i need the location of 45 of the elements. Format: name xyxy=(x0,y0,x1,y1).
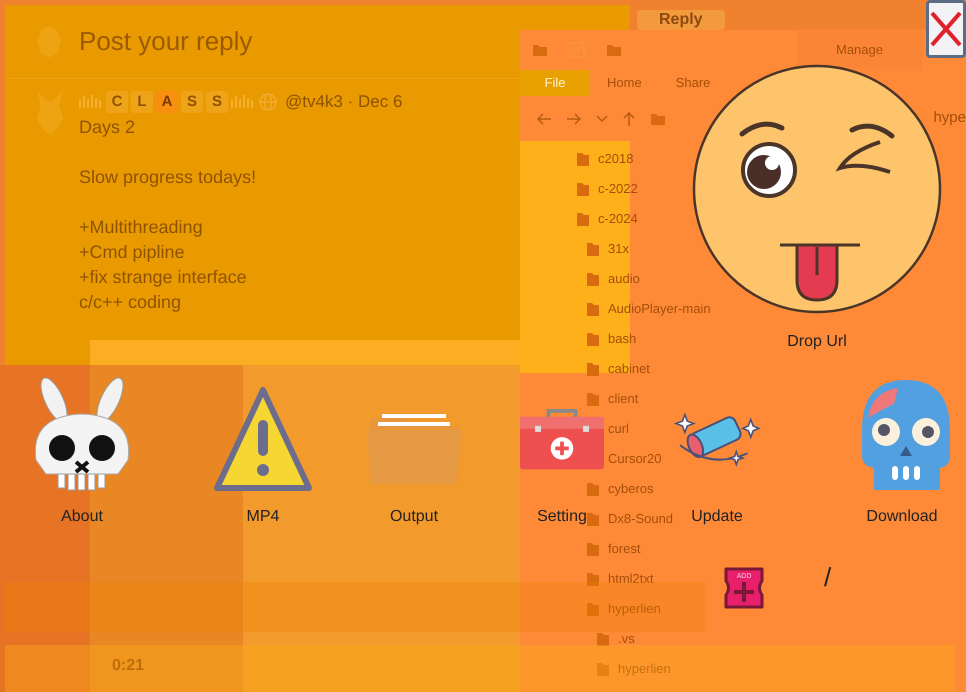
post-text-line: +Cmd pipline xyxy=(79,240,186,264)
ribbon-tab[interactable]: File xyxy=(520,70,590,96)
folder-name[interactable]: cabinet xyxy=(608,359,650,379)
folder-name[interactable]: c-2022 xyxy=(598,179,638,199)
badge-letter: S xyxy=(206,90,228,113)
folder-name[interactable]: Dx8-Sound xyxy=(608,509,674,529)
badge-letter: A xyxy=(156,90,178,113)
folder-name[interactable]: curl xyxy=(608,419,629,439)
badge-letter: C xyxy=(106,90,128,113)
context-tab[interactable]: Manage xyxy=(797,31,922,69)
folder-name[interactable]: 31x xyxy=(608,239,629,259)
breadcrumb-item[interactable]: hype xyxy=(933,107,966,130)
action-button[interactable]: Setting xyxy=(517,370,607,529)
folder-name[interactable]: c2018 xyxy=(598,149,634,169)
folder-name[interactable]: AudioPlayer-main xyxy=(608,299,711,319)
ribbon-tab[interactable]: Home xyxy=(590,70,659,96)
reply-field[interactable]: Post your reply xyxy=(79,22,252,61)
action-button[interactable]: Output xyxy=(354,370,474,529)
folder-name[interactable]: c-2024 xyxy=(598,209,638,229)
post-text-line: Days 2 xyxy=(79,116,136,139)
post-text-line: c/c++ coding xyxy=(79,290,182,314)
post-text-line: Slow progress todays! xyxy=(79,166,258,189)
action-button[interactable]: About xyxy=(22,370,142,529)
folder-name[interactable]: forest xyxy=(608,539,641,559)
action-button[interactable]: Update xyxy=(672,370,762,529)
action-button[interactable]: MP4 xyxy=(203,370,323,529)
folder-name[interactable]: bash xyxy=(608,329,636,349)
folder-name[interactable]: html2txt xyxy=(608,569,654,589)
ribbon-tab[interactable]: Share xyxy=(658,70,728,96)
action-button[interactable]: Download xyxy=(842,370,962,529)
reply-button[interactable]: Reply xyxy=(637,10,725,30)
badge-letter: L xyxy=(131,90,153,113)
drop-zone-label: Drop Url xyxy=(787,332,847,352)
badge-letter: S xyxy=(181,90,203,113)
folder-name[interactable]: .vs xyxy=(618,629,635,649)
folder-name[interactable]: Cursor20 xyxy=(608,449,662,469)
separator-text: / xyxy=(824,560,832,594)
folder-name[interactable]: client xyxy=(608,389,638,409)
folder-name[interactable]: hyperlien xyxy=(608,599,661,619)
post-meta: @tv4k3 · Dec 6 xyxy=(285,91,402,113)
post-text-line: +Multithreading xyxy=(79,216,204,239)
folder-name[interactable]: cyberos xyxy=(608,479,654,499)
post-text-line: +fix strange interface xyxy=(79,266,248,289)
folder-name[interactable]: audio xyxy=(608,269,640,289)
folder-name[interactable]: hyperlien xyxy=(618,659,671,679)
